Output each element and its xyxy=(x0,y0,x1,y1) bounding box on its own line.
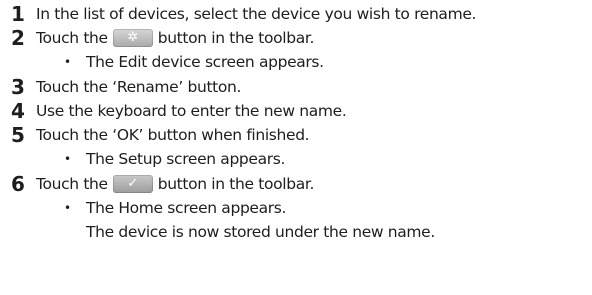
bullet-mark: • xyxy=(64,201,71,215)
gear-icon: ✲ xyxy=(127,30,138,45)
bullet-text: The Setup screen appears. xyxy=(86,150,286,168)
bullet-mark: • xyxy=(64,55,71,69)
step-text-before: Touch the xyxy=(36,29,108,47)
step-text: Touch the ‘Rename’ button. xyxy=(36,78,242,96)
confirm-button-image: ✓ xyxy=(112,175,153,193)
step-number: 5 xyxy=(11,123,25,147)
step-number: 3 xyxy=(11,75,25,99)
settings-button-image: ✲ xyxy=(112,29,153,47)
step-text: Touch the ✲ button in the toolbar. xyxy=(36,26,314,50)
bullet-continuation-text: The device is now stored under the new n… xyxy=(86,223,435,241)
step-text: Touch the ‘OK’ button when finished. xyxy=(36,126,310,144)
step-number: 6 xyxy=(11,172,25,196)
step-number: 2 xyxy=(11,26,25,50)
step-text-before: Touch the xyxy=(36,175,108,193)
bullet-mark: • xyxy=(64,152,71,166)
instruction-steps: 1 In the list of devices, select the dev… xyxy=(0,0,592,295)
bullet-text: The Home screen appears. xyxy=(86,199,287,217)
step-number: 1 xyxy=(11,2,25,26)
step-text: Use the keyboard to enter the new name. xyxy=(36,102,347,120)
step-number: 4 xyxy=(11,99,25,123)
step-text: Touch the ✓ button in the toolbar. xyxy=(36,172,314,196)
step-text-after: button in the toolbar. xyxy=(157,175,315,193)
step-text-after: button in the toolbar. xyxy=(157,29,315,47)
check-icon: ✓ xyxy=(127,176,138,191)
bullet-text: The Edit device screen appears. xyxy=(86,53,324,71)
step-text: In the list of devices, select the devic… xyxy=(36,5,477,23)
